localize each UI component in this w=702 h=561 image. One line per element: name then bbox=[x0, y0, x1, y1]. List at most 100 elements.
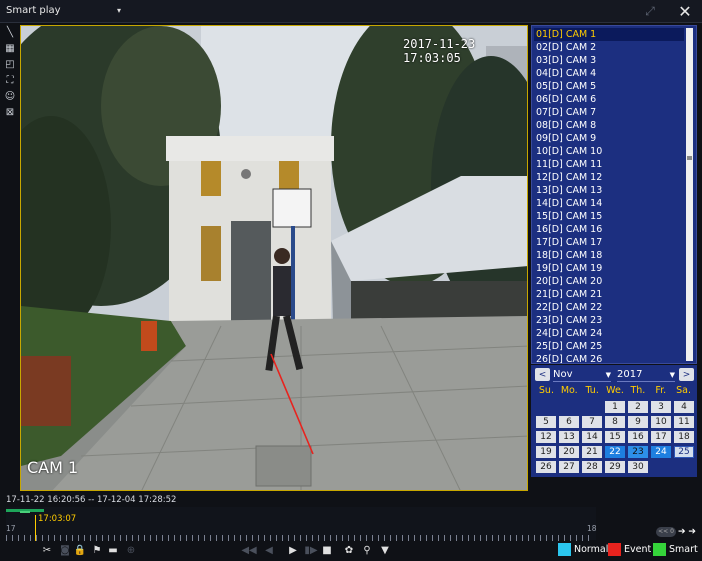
calendar-prev-button[interactable]: < bbox=[535, 368, 550, 381]
legend-label: Event bbox=[624, 544, 652, 555]
calendar-day[interactable]: 29 bbox=[605, 461, 625, 473]
channel-item[interactable]: 14[D] CAM 14 bbox=[534, 197, 684, 210]
channel-item[interactable]: 03[D] CAM 3 bbox=[534, 54, 684, 67]
channel-item[interactable]: 13[D] CAM 13 bbox=[534, 184, 684, 197]
calendar-weekday: Fr. bbox=[655, 385, 667, 396]
channel-item[interactable]: 09[D] CAM 9 bbox=[534, 132, 684, 145]
calendar-day[interactable]: 9 bbox=[628, 416, 648, 428]
calendar-day[interactable]: 23 bbox=[628, 446, 648, 458]
calendar-day[interactable]: 12 bbox=[536, 431, 556, 443]
close-icon[interactable]: ✕ bbox=[674, 0, 696, 22]
channel-item[interactable]: 21[D] CAM 21 bbox=[534, 288, 684, 301]
chevron-down-icon: ▾ bbox=[116, 6, 121, 15]
calendar-day[interactable]: 27 bbox=[559, 461, 579, 473]
channel-item[interactable]: 11[D] CAM 11 bbox=[534, 158, 684, 171]
calendar-month-select[interactable]: Nov ▼ bbox=[553, 368, 611, 382]
grid-icon[interactable]: ▦ bbox=[3, 42, 17, 55]
calendar-day[interactable]: 5 bbox=[536, 416, 556, 428]
channel-item[interactable]: 26[D] CAM 26 bbox=[534, 353, 684, 363]
zoom-in-icon[interactable]: ⊕ bbox=[124, 543, 138, 557]
search-icon[interactable]: ⚲ bbox=[360, 543, 374, 557]
zoom-arrows-icon[interactable]: ➔ ➔ bbox=[678, 527, 696, 537]
calendar-day[interactable]: 1 bbox=[605, 401, 625, 413]
region-icon[interactable]: ◰ bbox=[3, 58, 17, 71]
calendar-day[interactable]: 17 bbox=[651, 431, 671, 443]
play-icon[interactable]: ▶ bbox=[286, 543, 300, 557]
calendar-day[interactable]: 26 bbox=[536, 461, 556, 473]
channel-item[interactable]: 02[D] CAM 2 bbox=[534, 41, 684, 54]
calendar-day[interactable]: 16 bbox=[628, 431, 648, 443]
calendar-day-grid: 1 2 3 4 5 6 7 8 9 10 11 12 13 14 15 16 17 18 19 20 21 22 23 24 2… bbox=[535, 400, 697, 475]
channel-item[interactable]: 08[D] CAM 8 bbox=[534, 119, 684, 132]
channel-item[interactable]: 12[D] CAM 12 bbox=[534, 171, 684, 184]
channel-item[interactable]: 04[D] CAM 4 bbox=[534, 67, 684, 80]
flag-icon[interactable]: ⚑ bbox=[90, 543, 104, 557]
calendar-day[interactable]: 24 bbox=[651, 446, 671, 458]
calendar-day[interactable]: 8 bbox=[605, 416, 625, 428]
calendar-day[interactable]: 11 bbox=[674, 416, 694, 428]
zoom-pill[interactable]: << 0 bbox=[656, 526, 676, 537]
calendar-day[interactable]: 10 bbox=[651, 416, 671, 428]
channel-list-scrollbar[interactable] bbox=[686, 28, 693, 361]
channel-item[interactable]: 23[D] CAM 23 bbox=[534, 314, 684, 327]
calendar-day[interactable]: 7 bbox=[582, 416, 602, 428]
filter-icon[interactable]: ▼ bbox=[378, 543, 392, 557]
calendar-day[interactable]: 15 bbox=[605, 431, 625, 443]
calendar-day[interactable]: 13 bbox=[559, 431, 579, 443]
calendar-day[interactable]: 6 bbox=[559, 416, 579, 428]
expand-icon[interactable]: ⛶ bbox=[3, 74, 17, 87]
left-toolbar: ╲ ▦ ◰ ⛶ ☺ ⊠ bbox=[3, 26, 19, 126]
calendar-weekday: Tu. bbox=[585, 385, 599, 396]
rewind-icon[interactable]: ◀◀ bbox=[241, 543, 256, 557]
calendar-day[interactable]: 3 bbox=[651, 401, 671, 413]
channel-item[interactable]: 10[D] CAM 10 bbox=[534, 145, 684, 158]
calendar-day[interactable]: 25 bbox=[674, 446, 694, 458]
channel-item[interactable]: 15[D] CAM 15 bbox=[534, 210, 684, 223]
video-viewport[interactable]: 2017-11-23 17:03:05 CAM 1 bbox=[20, 25, 528, 491]
calendar-weekday: Sa. bbox=[676, 385, 692, 396]
settings-icon[interactable]: ✿ bbox=[342, 543, 356, 557]
draw-line-icon[interactable]: ╲ bbox=[3, 26, 17, 39]
stop-icon[interactable]: ■ bbox=[320, 543, 334, 557]
channel-item[interactable]: 05[D] CAM 5 bbox=[534, 80, 684, 93]
timeline-zoom-control[interactable]: << 0 ➔ ➔ bbox=[656, 525, 698, 538]
calendar-year-select[interactable]: 2017 ▼ bbox=[617, 368, 675, 382]
calendar-day[interactable]: 28 bbox=[582, 461, 602, 473]
channel-item[interactable]: 24[D] CAM 24 bbox=[534, 327, 684, 340]
snapshot-icon[interactable]: ◙ bbox=[58, 543, 72, 557]
fullscreen-icon[interactable]: ⤢ bbox=[640, 1, 660, 21]
channel-item[interactable]: 17[D] CAM 17 bbox=[534, 236, 684, 249]
scissors-icon[interactable]: ✂ bbox=[40, 543, 54, 557]
channel-item[interactable]: 18[D] CAM 18 bbox=[534, 249, 684, 262]
channel-item[interactable]: 06[D] CAM 6 bbox=[534, 93, 684, 106]
channel-item[interactable]: 07[D] CAM 7 bbox=[534, 106, 684, 119]
folder-icon[interactable]: ▬ bbox=[106, 543, 120, 557]
calendar-weekday-header: Su. Mo. Tu. We. Th. Fr. Sa. bbox=[535, 385, 695, 396]
calendar-day[interactable]: 2 bbox=[628, 401, 648, 413]
playback-mode-select[interactable]: Smart play ▾ bbox=[6, 2, 121, 19]
channel-item[interactable]: 22[D] CAM 22 bbox=[534, 301, 684, 314]
person-icon[interactable]: ☺ bbox=[3, 90, 17, 103]
channel-item[interactable]: 20[D] CAM 20 bbox=[534, 275, 684, 288]
calendar-day[interactable]: 22 bbox=[605, 446, 625, 458]
channel-item[interactable]: 16[D] CAM 16 bbox=[534, 223, 684, 236]
calendar-day[interactable]: 20 bbox=[559, 446, 579, 458]
calendar-year-label: 2017 bbox=[617, 369, 643, 380]
channel-item[interactable]: 19[D] CAM 19 bbox=[534, 262, 684, 275]
slow-icon[interactable]: ◀ bbox=[262, 543, 276, 557]
calendar-day[interactable]: 14 bbox=[582, 431, 602, 443]
calendar-day[interactable]: 4 bbox=[674, 401, 694, 413]
lock-icon[interactable]: 🔒 bbox=[73, 543, 87, 557]
calendar-day[interactable]: 19 bbox=[536, 446, 556, 458]
calendar-day[interactable]: 18 bbox=[674, 431, 694, 443]
osd-channel-name: CAM 1 bbox=[27, 458, 79, 477]
chevron-down-icon: ▼ bbox=[605, 370, 611, 379]
calendar-day[interactable]: 30 bbox=[628, 461, 648, 473]
calendar-month-label: Nov bbox=[553, 369, 573, 380]
channel-item[interactable]: 01[D] CAM 1 bbox=[534, 28, 684, 41]
calendar-next-button[interactable]: > bbox=[679, 368, 694, 381]
clear-icon[interactable]: ⊠ bbox=[3, 106, 17, 119]
calendar-day[interactable]: 21 bbox=[582, 446, 602, 458]
channel-item[interactable]: 25[D] CAM 25 bbox=[534, 340, 684, 353]
step-icon[interactable]: ▮▶ bbox=[304, 543, 318, 557]
